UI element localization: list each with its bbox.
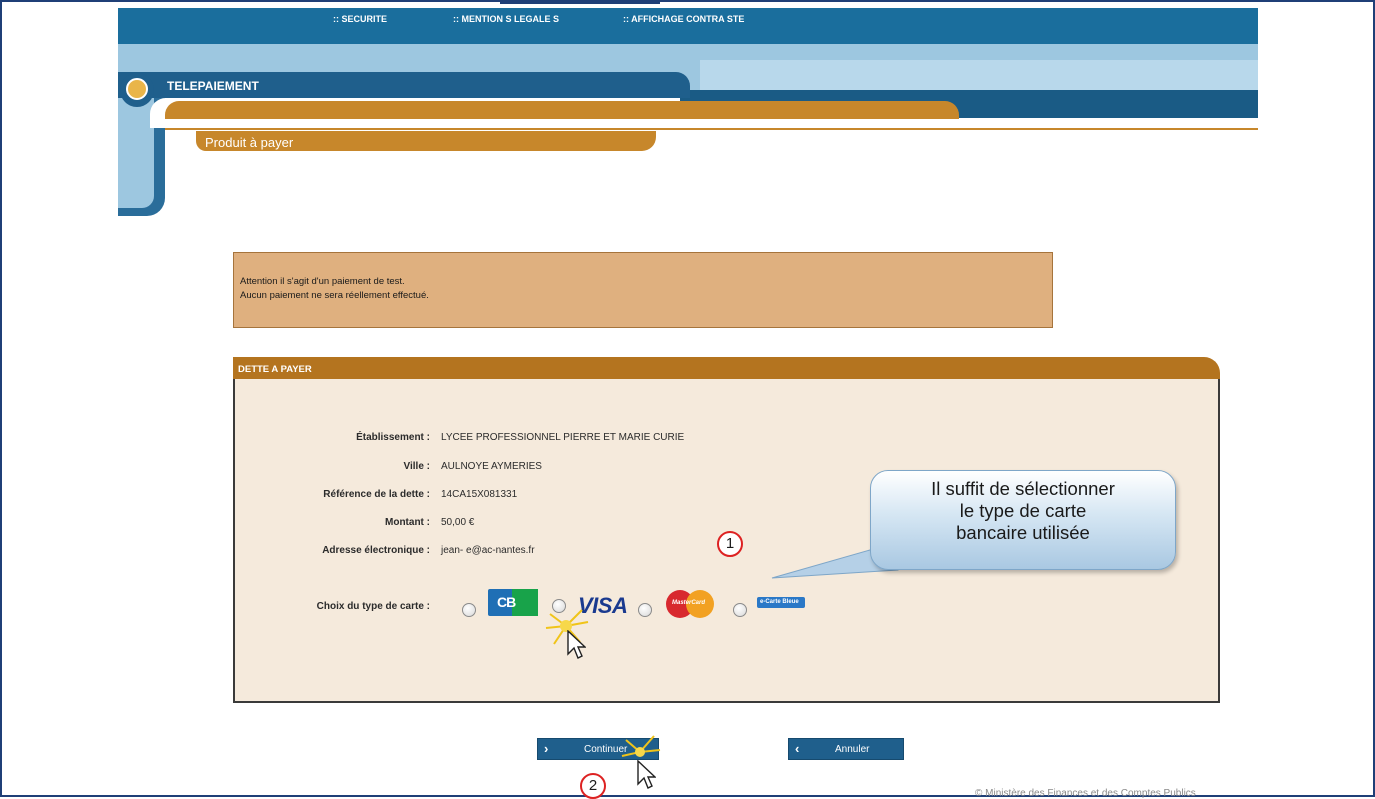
step-1-marker: 1 <box>717 531 743 557</box>
field-value-montant: 50,00 € <box>441 517 475 528</box>
mastercard-text: MasterCard <box>672 600 706 606</box>
cancel-button[interactable]: ‹ Annuler <box>788 738 904 760</box>
cb-card-text: CB <box>497 594 516 610</box>
nav-link-securite[interactable]: :: SECURITE <box>333 14 387 24</box>
mouse-pointer-icon <box>567 630 586 659</box>
field-value-email: jean- e@ac-nantes.fr <box>441 545 535 556</box>
gold-divider <box>165 128 1258 130</box>
section-bullet-icon <box>126 78 148 100</box>
mastercard-icon[interactable]: MasterCard <box>666 590 716 618</box>
nav-link-mentions-legales[interactable]: :: MENTION S LEGALE S <box>453 14 559 24</box>
left-arc-inner <box>118 98 154 208</box>
step-2-marker: 2 <box>580 773 606 799</box>
frame-cap <box>500 0 660 4</box>
gold-header-bar <box>165 101 959 119</box>
field-value-reference: 14CA15X081331 <box>441 489 518 500</box>
chevron-left-icon: ‹ <box>795 741 800 756</box>
mouse-pointer-icon-2 <box>637 760 656 789</box>
warning-line-1: Attention il s'agit d'un paiement de tes… <box>240 276 405 287</box>
radio-card-e-carte-bleue[interactable] <box>733 603 747 617</box>
cancel-button-label: Annuler <box>835 744 870 755</box>
chevron-right-icon: › <box>544 741 549 756</box>
card-type-label: Choix du type de carte : <box>316 601 430 612</box>
radio-card-cb[interactable] <box>462 603 476 617</box>
section-title: TELEPAIEMENT <box>167 79 259 93</box>
field-label-email: Adresse électronique : <box>322 545 430 556</box>
footer-copyright: © Ministère des Finances et des Comptes … <box>975 788 1196 799</box>
callout-text: Il suffit de sélectionner le type de car… <box>931 478 1115 543</box>
debt-panel-title: DETTE A PAYER <box>238 364 312 375</box>
radio-card-mastercard[interactable] <box>638 603 652 617</box>
field-value-etablissement: LYCEE PROFESSIONNEL PIERRE ET MARIE CURI… <box>441 432 685 443</box>
field-label-etablissement: Établissement : <box>356 432 430 443</box>
subsection-title: Produit à payer <box>205 135 294 150</box>
field-label-ville: Ville : <box>403 461 431 472</box>
test-payment-warning: Attention il s'agit d'un paiement de tes… <box>233 252 1053 328</box>
nav-link-affichage-contraste[interactable]: :: AFFICHAGE CONTRA STE <box>623 14 744 24</box>
cb-card-icon[interactable]: CB <box>488 589 538 616</box>
debt-panel-header <box>233 357 1220 379</box>
e-carte-bleue-icon[interactable]: e-Carte Bleue <box>757 597 805 608</box>
field-label-reference: Référence de la dette : <box>323 489 430 500</box>
warning-line-2: Aucun paiement ne sera réellement effect… <box>240 290 429 301</box>
field-label-montant: Montant : <box>385 517 430 528</box>
field-value-ville: AULNOYE AYMERIES <box>441 461 542 472</box>
